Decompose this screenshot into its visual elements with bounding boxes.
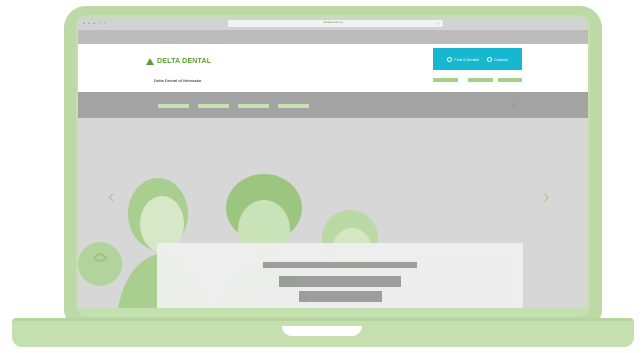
search-icon[interactable]: ⌕	[512, 100, 516, 110]
contact-button[interactable]: Contact	[486, 56, 508, 62]
nav-item-2[interactable]	[198, 104, 229, 108]
prev-arrow-icon[interactable]: ‹	[108, 186, 115, 209]
browser-tab-bar: • • • ‹ › deltadental.org ×	[78, 18, 588, 30]
contact-label: Contact	[493, 56, 508, 62]
cta-panel: Find A Dentist Contact	[433, 48, 522, 70]
close-icon[interactable]: ×	[437, 21, 439, 26]
logo-text: DELTA DENTAL	[157, 58, 212, 65]
next-arrow-icon[interactable]: ›	[543, 186, 550, 209]
window-controls[interactable]: • • • ‹ ›	[83, 21, 106, 27]
hero-caption-card	[157, 243, 523, 308]
site-header: DELTA DENTAL Delta Dental of Nebraska Fi…	[78, 44, 588, 92]
nav-item-1[interactable]	[158, 104, 189, 108]
caption-button[interactable]	[299, 291, 382, 302]
utility-link-3[interactable]	[498, 78, 522, 82]
find-dentist-label: Find A Dentist	[454, 56, 479, 62]
browser-toolbar	[78, 30, 588, 44]
laptop-notch	[282, 326, 362, 336]
find-dentist-button[interactable]: Find A Dentist	[447, 56, 479, 62]
address-bar[interactable]: deltadental.org ×	[228, 20, 443, 27]
location-icon	[447, 56, 453, 62]
browser-window: • • • ‹ › deltadental.org × DELTA DENTAL…	[78, 18, 588, 308]
baby-head	[78, 242, 122, 286]
logo-subtitle: Delta Dental of Nebraska	[154, 78, 202, 83]
utility-link-2[interactable]	[468, 78, 493, 82]
caption-text-bar	[279, 276, 401, 287]
nav-item-3[interactable]	[238, 104, 269, 108]
caption-headline-bar	[263, 262, 417, 268]
logo-triangle-icon	[146, 58, 154, 65]
hero-carousel: ‹ ›	[78, 118, 588, 308]
contact-icon	[486, 56, 492, 62]
main-nav: ⌕	[78, 92, 588, 118]
address-url: deltadental.org	[323, 20, 343, 24]
site-logo[interactable]: DELTA DENTAL	[146, 58, 211, 65]
utility-link-1[interactable]	[433, 78, 458, 82]
nav-item-4[interactable]	[278, 104, 309, 108]
